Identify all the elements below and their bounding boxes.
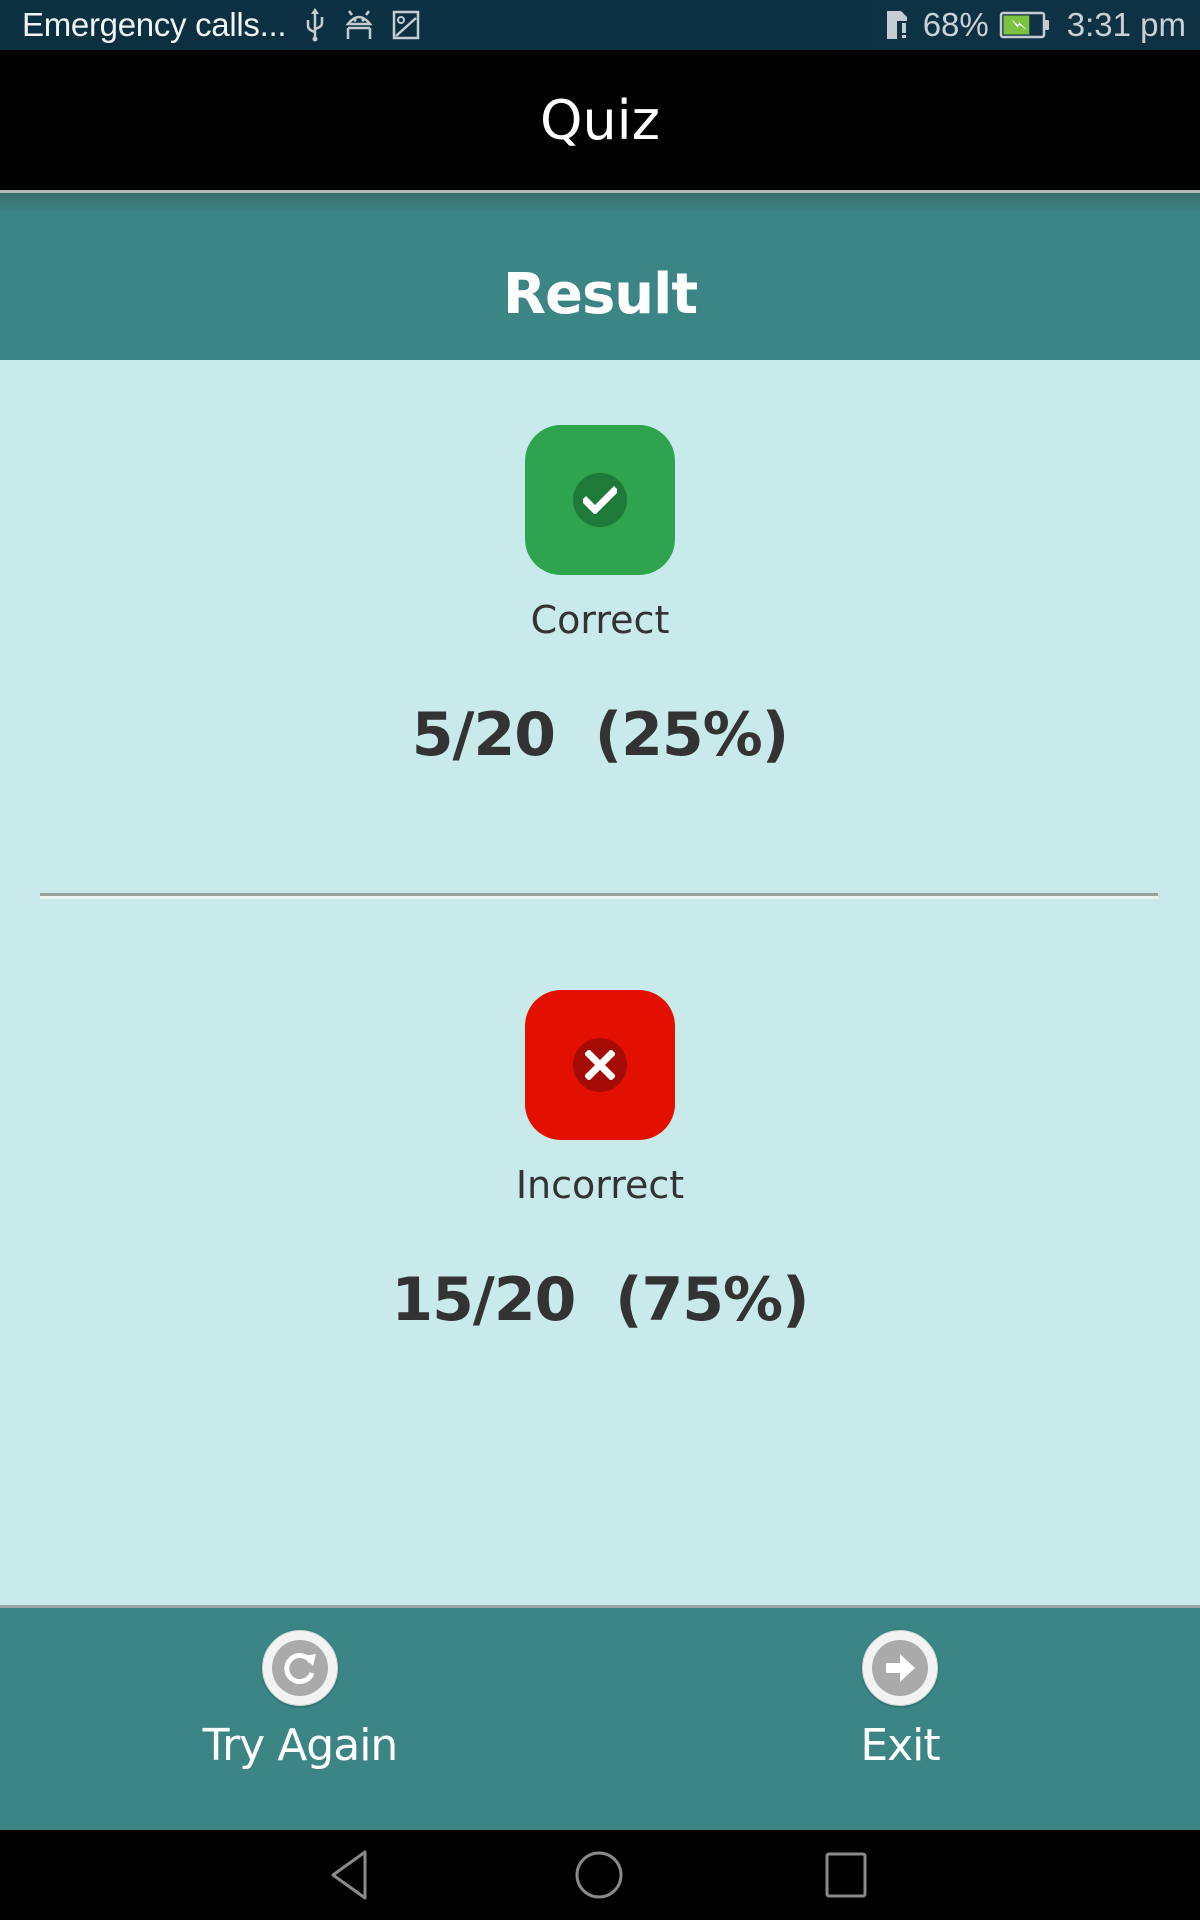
image-icon (392, 10, 420, 40)
usb-icon (304, 8, 326, 42)
correct-badge (525, 425, 675, 575)
app-title: Quiz (539, 88, 661, 152)
nav-back-button[interactable] (290, 1830, 410, 1920)
battery-percent: 68% (922, 6, 989, 43)
check-icon (573, 473, 627, 527)
exit-icon-wrap (862, 1630, 938, 1706)
section-divider (40, 893, 1158, 899)
incorrect-score: 15/20 (75%) (391, 1265, 809, 1335)
home-circle-icon (575, 1851, 623, 1899)
refresh-icon (272, 1640, 328, 1696)
status-right: 68% 3:31 pm (885, 0, 1186, 50)
try-again-label: Try Again (202, 1720, 399, 1771)
nav-recents-button[interactable] (786, 1830, 906, 1920)
incorrect-label: Incorrect (515, 1163, 685, 1207)
android-debug-icon (344, 10, 374, 40)
try-again-button[interactable]: Try Again (150, 1608, 450, 1830)
arrow-right-icon (872, 1640, 928, 1696)
correct-score: 5/20 (25%) (411, 700, 789, 770)
clock: 3:31 pm (1066, 6, 1186, 43)
sim-alert-icon (885, 9, 913, 41)
system-nav-bar (0, 1830, 1200, 1920)
exit-button[interactable]: Exit (750, 1608, 1050, 1830)
exit-label: Exit (860, 1720, 940, 1771)
app-bar: Quiz (0, 50, 1200, 190)
incorrect-badge (525, 990, 675, 1140)
status-left: Emergency calls... (22, 0, 420, 50)
result-title: Result (502, 262, 698, 327)
status-bar: Emergency calls... 68% 3:31 pm (0, 0, 1200, 50)
try-again-icon-wrap (262, 1630, 338, 1706)
back-triangle-icon (331, 1850, 367, 1900)
close-icon (573, 1038, 627, 1092)
recents-square-icon (825, 1852, 867, 1898)
result-header: Result (0, 193, 1200, 360)
battery-charging-icon (999, 10, 1051, 40)
correct-label: Correct (530, 598, 670, 642)
nav-home-button[interactable] (539, 1830, 659, 1920)
carrier-status-text: Emergency calls... (22, 6, 287, 43)
